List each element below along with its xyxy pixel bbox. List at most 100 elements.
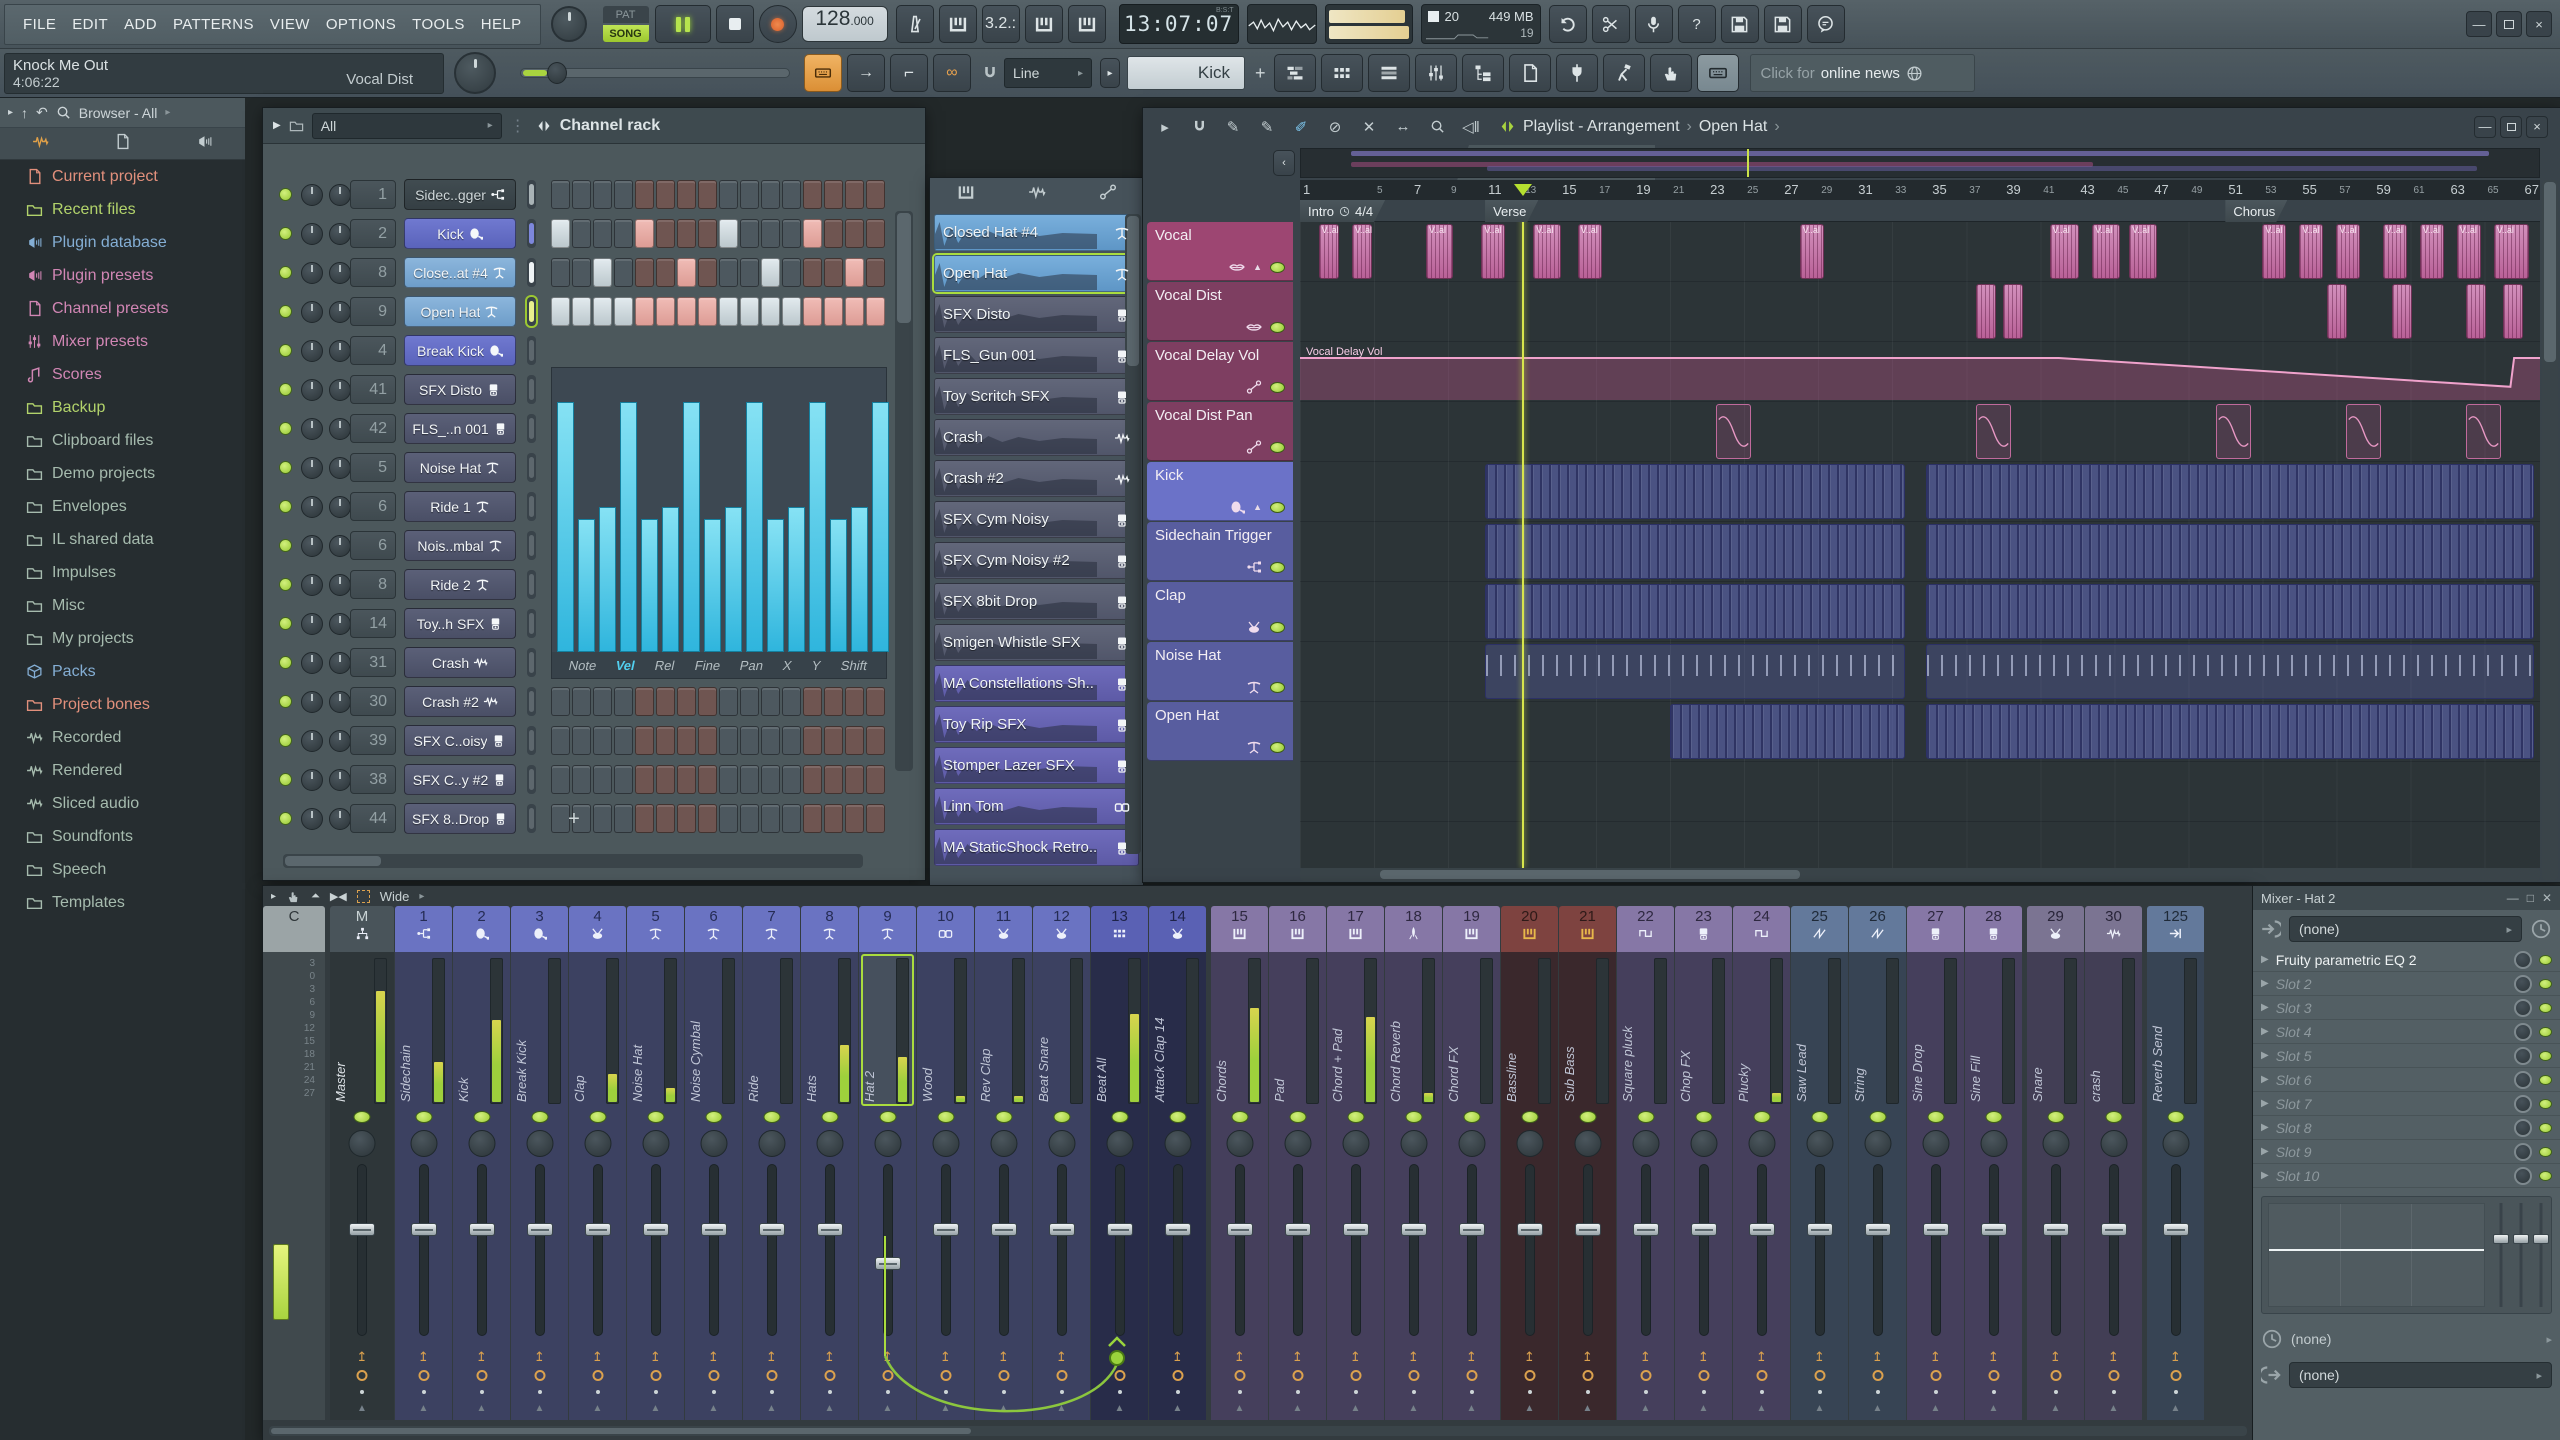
channel-pan-knob[interactable] [301,301,323,323]
strip-header[interactable]: 13 [1091,906,1148,952]
channel-mute-pill[interactable] [527,453,536,482]
marker-chorus[interactable]: Chorus [2225,200,2287,222]
mixer-strip-hats[interactable]: 8 Hats ↥ ▲ [801,906,858,1420]
channel-button-crash[interactable]: Crash [404,647,516,678]
strip-send-knob[interactable] [940,1370,951,1381]
loop-record-button[interactable] [1067,5,1106,43]
fx-slot-slot-3[interactable]: ▶ Slot 3 [2253,996,2560,1020]
browser-item-sliced-audio[interactable]: Sliced audio [0,787,245,820]
strip-scroll-up-icon[interactable]: ▲ [1409,1403,1419,1414]
track-mute-led[interactable] [1270,321,1285,333]
snap-selector[interactable]: Line ▸ [1004,58,1092,88]
step-12[interactable] [782,258,801,287]
menu-file[interactable]: FILE [15,16,64,33]
step-1[interactable] [551,765,570,794]
step-14[interactable] [824,765,843,794]
strip-fader-cap[interactable] [1748,1223,1775,1236]
strip-fader[interactable] [700,1164,727,1336]
strip-header[interactable]: 20 [1501,906,1558,952]
main-volume-knob[interactable] [550,6,587,42]
audio-clip[interactable]: V..al [1481,224,1506,279]
help-button[interactable]: ? [1677,5,1716,43]
step-3[interactable] [593,687,612,716]
channel-pan-knob[interactable] [301,496,323,518]
slot-expand-icon[interactable]: ▶ [2261,1098,2269,1109]
strip-header[interactable]: 21 [1559,906,1616,952]
browser-tab-audio[interactable] [32,133,49,155]
strip-scroll-up-icon[interactable]: ▲ [1235,1403,1245,1414]
track-mute-led[interactable] [1270,681,1285,693]
strip-pan-knob[interactable] [1574,1130,1601,1157]
browser-item-plugin-presets[interactable]: Plugin presets [0,259,245,292]
strip-send-knob[interactable] [1930,1370,1941,1381]
velocity-bar[interactable] [851,507,868,652]
strip-fader-cap[interactable] [1980,1223,2007,1236]
step-13[interactable] [803,180,822,209]
slot-expand-icon[interactable]: ▶ [2261,1146,2269,1157]
channel-volume-knob[interactable] [329,184,351,206]
strip-scroll-up-icon[interactable]: ▲ [1699,1403,1709,1414]
channel-pan-knob[interactable] [301,652,323,674]
fx-slot-slot-8[interactable]: ▶ Slot 8 [2253,1116,2560,1140]
strip-fader[interactable] [1226,1164,1253,1336]
mixer-strip-wood[interactable]: 10 Wood ↥ ▲ [917,906,974,1420]
strip-fader[interactable] [1632,1164,1659,1336]
step-10[interactable] [740,726,759,755]
slot-enable-led[interactable] [2539,1002,2552,1013]
play-pause-button[interactable] [654,5,711,43]
step-6[interactable] [656,297,675,326]
pattern-clip[interactable] [1485,644,1906,699]
step-15[interactable] [845,219,864,248]
fx-close-button[interactable]: ✕ [2542,891,2552,905]
collapse-arrow-icon[interactable]: ▲ [1253,262,1262,272]
automation-mini-clip[interactable] [2345,404,2381,459]
mixer-strip-chord-pad[interactable]: 17 Chord + Pad ↥ ▲ [1327,906,1384,1420]
strip-pan-knob[interactable] [1342,1130,1369,1157]
channel-mute-pill[interactable] [527,531,536,560]
slider-thumb[interactable] [547,62,567,84]
playlist-minimize-button[interactable]: — [2474,115,2496,138]
step-6[interactable] [656,219,675,248]
strip-header[interactable]: 28 [1965,906,2022,952]
mixer-strip-square-pluck[interactable]: 22 Square pluck ↥ ▲ [1617,906,1674,1420]
channel-mute-pill[interactable] [527,765,536,794]
step-8[interactable] [698,687,717,716]
step-4[interactable] [614,687,633,716]
audio-clip[interactable]: V..al [2129,224,2157,279]
strip-fader[interactable] [1748,1164,1775,1336]
strip-fader-cap[interactable] [816,1223,843,1236]
strip-scroll-up-icon[interactable]: ▲ [1467,1403,1477,1414]
strip-fader-cap[interactable] [1226,1223,1253,1236]
playlist-canvas[interactable]: V..al V..al V..al V..al V..al V..al V..al V..al… [1300,222,2540,868]
strip-send-knob[interactable] [1814,1370,1825,1381]
track-mute-led[interactable] [1270,441,1285,453]
channel-pan-knob[interactable] [301,769,323,791]
mixer-strip-ride[interactable]: 7 Ride ↥ ▲ [743,906,800,1420]
velocity-bar[interactable] [557,402,574,652]
mixer-strip-c[interactable]: C 3 0 3 6 9 12 15 18 21 24 27 [263,906,325,1420]
channel-mute-pill[interactable] [527,297,536,326]
strip-fader[interactable] [1048,1164,1075,1336]
strip-mute-led[interactable] [1579,1111,1596,1123]
audio-clip[interactable]: V..al [2092,224,2120,279]
channel-number[interactable]: 42 [350,414,396,443]
slot-enable-led[interactable] [2539,1074,2552,1085]
strip-mute-led[interactable] [2047,1111,2064,1123]
step-10[interactable] [740,180,759,209]
step-10[interactable] [740,297,759,326]
step-8[interactable] [698,297,717,326]
graph-tab-note[interactable]: Note [558,658,607,673]
playlist-button[interactable] [1273,54,1316,92]
strip-pan-knob[interactable] [1748,1130,1775,1157]
time-display[interactable]: 13:07:07 B:S:T [1118,4,1239,44]
step-5[interactable] [635,258,654,287]
strip-fader[interactable] [1690,1164,1717,1336]
step-12[interactable] [782,297,801,326]
strip-fader-cap[interactable] [349,1223,375,1236]
pattern-clip[interactable] [1925,584,2535,639]
strip-send-knob[interactable] [1172,1370,1183,1381]
step-12[interactable] [782,687,801,716]
playback-tool-icon[interactable]: ◁‖ [1459,115,1483,139]
playlist-menu-icon[interactable]: ▸ [1153,115,1177,139]
clock-icon[interactable] [2530,918,2552,940]
